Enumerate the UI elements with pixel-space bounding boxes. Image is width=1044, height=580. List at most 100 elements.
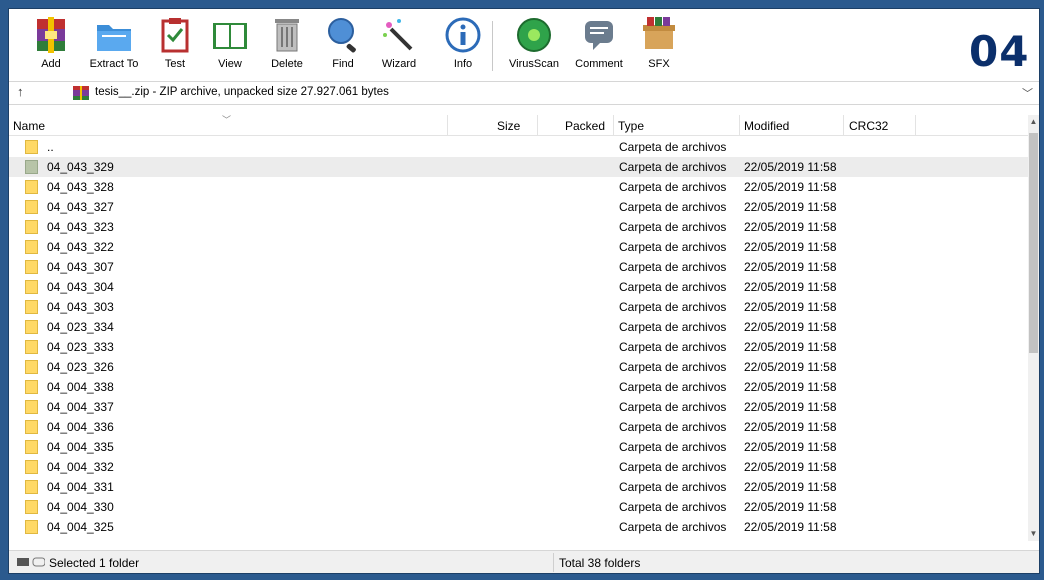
column-type[interactable]: Type	[618, 119, 644, 133]
view-button[interactable]: View	[202, 15, 258, 77]
table-row[interactable]: 04_043_328 Carpeta de archivos 22/05/2019 …	[9, 177, 1028, 197]
row-type: Carpeta de archivos	[619, 300, 727, 314]
table-row[interactable]: 04_043_303 Carpeta de archivos 22/05/2019 …	[9, 297, 1028, 317]
table-row[interactable]: 04_004_336 Carpeta de archivos 22/05/2019 …	[9, 417, 1028, 437]
column-divider[interactable]	[739, 115, 740, 135]
chevron-down-icon[interactable]: ﹀	[1022, 85, 1033, 101]
table-row[interactable]: 04_043_327 Carpeta de archivos 22/05/2019 …	[9, 197, 1028, 217]
row-name: 04_043_327	[47, 200, 114, 214]
row-name: 04_043_322	[47, 240, 114, 254]
folder-icon	[25, 360, 38, 374]
row-modified: 22/05/2019 11:58	[744, 200, 837, 214]
up-arrow-icon[interactable]: ↑	[17, 84, 24, 99]
test-label: Test	[164, 58, 186, 70]
row-modified: 22/05/2019 11:58	[744, 440, 837, 454]
extract-to-button[interactable]: Extract To	[81, 15, 147, 77]
row-type: Carpeta de archivos	[619, 320, 727, 334]
column-packed[interactable]: Packed	[565, 119, 605, 133]
comment-icon	[585, 21, 613, 50]
trash-icon	[275, 19, 299, 52]
find-button[interactable]: Find	[315, 15, 371, 77]
scroll-down-icon[interactable]: ▼	[1028, 527, 1039, 541]
column-divider[interactable]	[843, 115, 844, 135]
row-name: 04_004_338	[47, 380, 114, 394]
row-name: 04_004_335	[47, 440, 114, 454]
table-row[interactable]: 04_004_331 Carpeta de archivos 22/05/2019 …	[9, 477, 1028, 497]
row-name: 04_004_337	[47, 400, 114, 414]
table-row[interactable]: 04_043_329 Carpeta de archivos 22/05/2019 …	[9, 157, 1028, 177]
row-name: 04_004_330	[47, 500, 114, 514]
folder-icon	[25, 320, 38, 334]
row-name: 04_043_304	[47, 280, 114, 294]
table-row[interactable]: 04_043_323 Carpeta de archivos 22/05/2019 …	[9, 217, 1028, 237]
scroll-up-icon[interactable]: ▲	[1028, 115, 1039, 129]
extract-folder-icon	[97, 25, 131, 51]
row-type: Carpeta de archivos	[619, 180, 727, 194]
table-row[interactable]: .. Carpeta de archivos	[9, 137, 1028, 157]
row-name: 04_004_332	[47, 460, 114, 474]
archive-file-icon	[73, 86, 89, 100]
folder-icon	[25, 160, 38, 174]
info-icon	[445, 17, 481, 53]
table-row[interactable]: 04_004_337 Carpeta de archivos 22/05/2019 …	[9, 397, 1028, 417]
column-size[interactable]: Size	[497, 119, 520, 133]
test-button[interactable]: Test	[147, 15, 203, 77]
row-name: 04_004_325	[47, 520, 114, 534]
row-type: Carpeta de archivos	[619, 440, 727, 454]
book-icon	[213, 23, 247, 49]
table-row[interactable]: 04_004_332 Carpeta de archivos 22/05/2019 …	[9, 457, 1028, 477]
column-divider[interactable]	[447, 115, 448, 135]
column-divider[interactable]	[537, 115, 538, 135]
row-modified: 22/05/2019 11:58	[744, 460, 837, 474]
row-modified: 22/05/2019 11:58	[744, 380, 837, 394]
table-row[interactable]: 04_023_333 Carpeta de archivos 22/05/2019 …	[9, 337, 1028, 357]
row-type: Carpeta de archivos	[619, 400, 727, 414]
row-name: 04_043_303	[47, 300, 114, 314]
column-name[interactable]: Name	[13, 119, 45, 133]
toolbar-separator	[492, 21, 493, 71]
column-crc32[interactable]: CRC32	[849, 119, 888, 133]
delete-button[interactable]: Delete	[259, 15, 315, 77]
folder-icon	[25, 180, 38, 194]
table-row[interactable]: 04_023_334 Carpeta de archivos 22/05/2019 …	[9, 317, 1028, 337]
vertical-scrollbar[interactable]: ▲ ▼	[1028, 115, 1039, 541]
folder-icon	[25, 400, 38, 414]
table-row[interactable]: 04_004_338 Carpeta de archivos 22/05/2019 …	[9, 377, 1028, 397]
file-list: .. Carpeta de archivos 04_043_329 Carpeta d…	[9, 137, 1028, 537]
folder-icon	[25, 300, 38, 314]
folder-icon	[25, 280, 38, 294]
row-modified: 22/05/2019 11:58	[744, 160, 837, 174]
row-modified: 22/05/2019 11:58	[744, 360, 837, 374]
total-status: Total 38 folders	[559, 556, 641, 570]
folder-icon	[25, 260, 38, 274]
add-button[interactable]: Add	[23, 15, 79, 77]
table-row[interactable]: 04_004_335 Carpeta de archivos 22/05/2019 …	[9, 437, 1028, 457]
sfx-button[interactable]: SFX	[631, 15, 687, 77]
sfx-box-icon	[643, 17, 675, 49]
row-name: 04_043_307	[47, 260, 114, 274]
row-type: Carpeta de archivos	[619, 280, 727, 294]
table-row[interactable]: 04_043_304 Carpeta de archivos 22/05/2019 …	[9, 277, 1028, 297]
comment-button[interactable]: Comment	[569, 15, 629, 77]
column-divider[interactable]	[613, 115, 614, 135]
add-label: Add	[41, 58, 61, 70]
table-row[interactable]: 04_004_325 Carpeta de archivos 22/05/2019 …	[9, 517, 1028, 537]
table-row[interactable]: 04_023_326 Carpeta de archivos 22/05/2019 …	[9, 357, 1028, 377]
virusscan-button[interactable]: VirusScan	[503, 15, 565, 77]
row-modified: 22/05/2019 11:58	[744, 300, 837, 314]
column-modified[interactable]: Modified	[744, 119, 789, 133]
scrollbar-thumb[interactable]	[1029, 133, 1038, 353]
info-button[interactable]: Info	[435, 15, 491, 77]
row-modified: 22/05/2019 11:58	[744, 480, 837, 494]
wizard-button[interactable]: Wizard	[371, 15, 427, 77]
comment-label: Comment	[575, 58, 623, 70]
table-row[interactable]: 04_004_330 Carpeta de archivos 22/05/2019 …	[9, 497, 1028, 517]
row-name: 04_023_326	[47, 360, 114, 374]
table-row[interactable]: 04_043_307 Carpeta de archivos 22/05/2019 …	[9, 257, 1028, 277]
table-row[interactable]: 04_043_322 Carpeta de archivos 22/05/2019 …	[9, 237, 1028, 257]
row-type: Carpeta de archivos	[619, 200, 727, 214]
virusscan-label: VirusScan	[509, 58, 559, 70]
column-divider[interactable]	[915, 115, 916, 135]
drive-icon	[17, 557, 45, 567]
row-type: Carpeta de archivos	[619, 500, 727, 514]
